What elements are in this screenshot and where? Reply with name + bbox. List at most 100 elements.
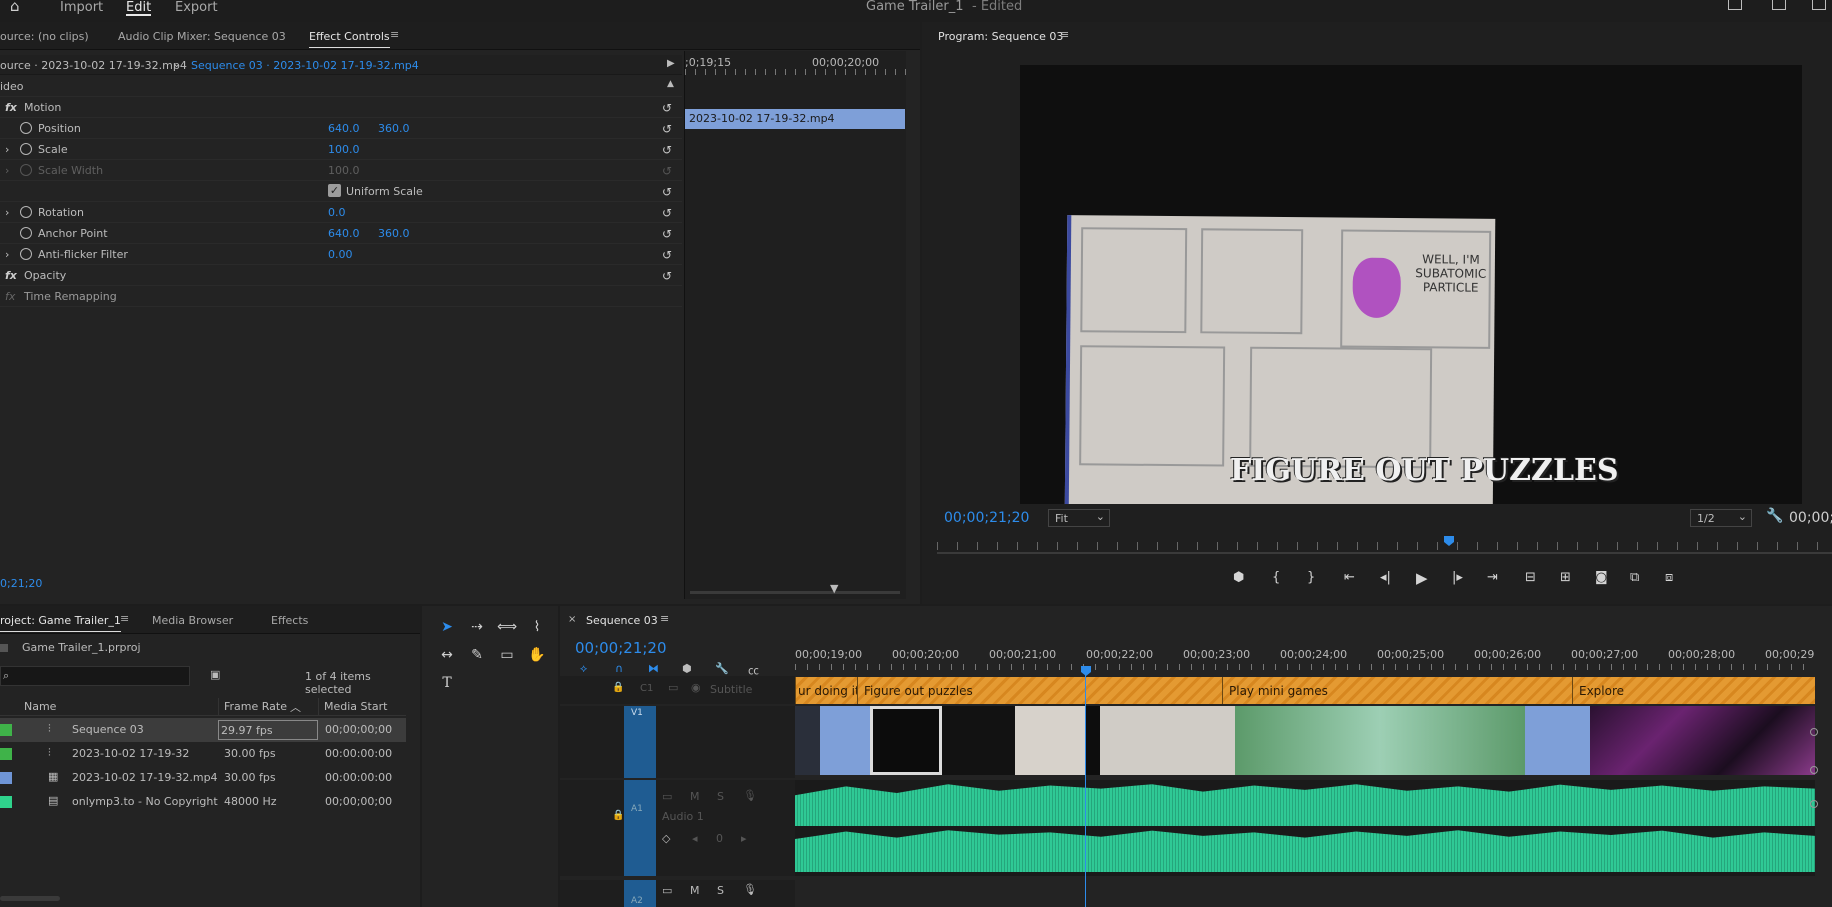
fullscreen-icon[interactable] bbox=[1812, 0, 1826, 10]
timeline-timecode[interactable]: 00;00;21;20 bbox=[575, 639, 667, 657]
import-tab[interactable]: Import bbox=[60, 0, 103, 15]
razor-tool-icon[interactable]: ⌇ bbox=[526, 616, 548, 638]
video-clip[interactable] bbox=[795, 706, 820, 775]
share-icon[interactable] bbox=[1772, 0, 1786, 10]
home-icon[interactable]: ⌂ bbox=[10, 0, 20, 15]
position-x-value[interactable]: 640.0 bbox=[328, 122, 360, 135]
panel-menu-icon[interactable]: ≡ bbox=[120, 612, 129, 625]
col-name[interactable]: Name bbox=[24, 700, 56, 713]
a2-source-patch[interactable]: A2 bbox=[624, 880, 656, 907]
hand-tool-icon[interactable]: ✋ bbox=[526, 644, 548, 666]
audio-waveform[interactable] bbox=[795, 830, 1815, 872]
col-frame-rate[interactable]: Frame Rate bbox=[224, 700, 287, 713]
chevron-right-icon[interactable]: › bbox=[5, 206, 9, 219]
stopwatch-icon[interactable] bbox=[20, 248, 32, 260]
pen-tool-icon[interactable]: ✎ bbox=[466, 644, 488, 666]
list-item[interactable]: ▤ onlymp3.to - No Copyright 48000 Hz 00;… bbox=[0, 790, 406, 814]
caption-marker[interactable]: Figure out puzzles bbox=[857, 677, 1222, 704]
settings-wrench-icon[interactable]: 🔧 bbox=[715, 662, 729, 675]
reset-icon[interactable]: ↺ bbox=[662, 248, 672, 262]
fx-icon[interactable]: fx bbox=[5, 269, 17, 282]
linked-selection-icon[interactable]: ⧓ bbox=[648, 662, 659, 675]
play-triangle-icon[interactable]: ▶ bbox=[667, 58, 675, 69]
mark-out-icon[interactable]: } bbox=[1307, 570, 1315, 585]
audio-waveform[interactable] bbox=[795, 784, 1815, 826]
caption-marker[interactable]: Play mini games bbox=[1222, 677, 1572, 704]
wrench-icon[interactable]: 🔧 bbox=[1766, 508, 1783, 524]
next-keyframe-icon[interactable]: ▸ bbox=[741, 832, 747, 845]
stopwatch-icon[interactable] bbox=[20, 227, 32, 239]
tab-audio-clip-mixer[interactable]: Audio Clip Mixer: Sequence 03 bbox=[118, 30, 286, 43]
search-input[interactable]: ⌕ bbox=[0, 666, 190, 686]
reset-icon[interactable]: ↺ bbox=[662, 269, 672, 283]
reset-icon[interactable]: ↺ bbox=[662, 206, 672, 220]
tab-source[interactable]: ource: (no clips) bbox=[0, 30, 89, 43]
comparison-view-icon[interactable]: ⧉ bbox=[1630, 570, 1639, 585]
caption-marker[interactable]: Explore bbox=[1572, 677, 1815, 704]
new-bin-icon[interactable]: ▣ bbox=[210, 668, 220, 681]
motion-row[interactable]: fx Motion ↺ bbox=[0, 97, 682, 118]
lift-icon[interactable]: ⊟ bbox=[1525, 570, 1536, 585]
video-clip[interactable] bbox=[1525, 706, 1590, 775]
tab-effect-controls[interactable]: Effect Controls bbox=[309, 30, 390, 48]
video-clip[interactable] bbox=[1590, 706, 1815, 775]
list-item[interactable]: ⫶ Sequence 03 29.97 fps 00;00;00;00 bbox=[0, 718, 406, 742]
button-editor-icon[interactable]: ⧈ bbox=[1665, 570, 1673, 585]
extract-icon[interactable]: ⊞ bbox=[1560, 570, 1571, 585]
snap-icon[interactable]: ∩ bbox=[615, 662, 623, 675]
chevron-down-icon[interactable]: ⌄ bbox=[172, 57, 181, 70]
vertical-scroll-handles[interactable] bbox=[1810, 706, 1818, 886]
prev-keyframe-icon[interactable]: ◂ bbox=[692, 832, 698, 845]
reset-icon[interactable]: ↺ bbox=[662, 185, 672, 199]
item-fps[interactable]: 29.97 fps bbox=[218, 720, 318, 740]
video-clip[interactable] bbox=[820, 706, 870, 775]
panel-menu-icon[interactable]: ≡ bbox=[390, 28, 399, 41]
scale-value[interactable]: 100.0 bbox=[328, 143, 360, 156]
anti-flicker-value[interactable]: 0.00 bbox=[328, 248, 353, 261]
uniform-scale-checkbox[interactable]: ✓ bbox=[328, 184, 341, 197]
tab-effects[interactable]: Effects bbox=[271, 614, 308, 627]
rotation-value[interactable]: 0.0 bbox=[328, 206, 346, 219]
chevron-right-icon[interactable]: › bbox=[5, 143, 9, 156]
program-timecode[interactable]: 00;00;21;20 bbox=[944, 510, 1029, 526]
chevron-right-icon[interactable]: › bbox=[5, 248, 9, 261]
ripple-edit-tool-icon[interactable]: ⟺ bbox=[496, 616, 518, 638]
mute-button[interactable]: M bbox=[690, 790, 700, 803]
reset-icon[interactable]: ↺ bbox=[662, 227, 672, 241]
play-icon[interactable]: ▶ bbox=[1416, 569, 1428, 587]
anchor-y-value[interactable]: 360.0 bbox=[378, 227, 410, 240]
opacity-row[interactable]: fx Opacity ↺ bbox=[0, 265, 682, 286]
fx-icon[interactable]: fx bbox=[5, 101, 17, 114]
program-viewer[interactable]: WELL, I'M SUBATOMIC PARTICLE FIGURE OUT … bbox=[1020, 65, 1802, 504]
panel-menu-icon[interactable]: ≡ bbox=[1060, 28, 1069, 41]
export-tab[interactable]: Export bbox=[175, 0, 218, 15]
sequence-clip-label[interactable]: Sequence 03 · 2023-10-02 17-19-32.mp4 bbox=[191, 59, 419, 72]
keyframe-icon[interactable]: ◇ bbox=[662, 832, 670, 845]
timeline-title[interactable]: Sequence 03 bbox=[586, 614, 658, 627]
video-clip[interactable] bbox=[1235, 706, 1525, 775]
reset-icon[interactable]: ↺ bbox=[662, 143, 672, 157]
stopwatch-icon[interactable] bbox=[20, 206, 32, 218]
ec-clip-bar[interactable]: 2023-10-02 17-19-32.mp4 bbox=[685, 109, 905, 129]
step-back-icon[interactable]: ◂| bbox=[1380, 570, 1391, 585]
selection-tool-icon[interactable]: ➤ bbox=[436, 616, 458, 638]
video-clip[interactable] bbox=[1100, 706, 1235, 775]
close-icon[interactable]: × bbox=[568, 614, 576, 625]
mute-button[interactable]: M bbox=[690, 884, 700, 897]
eye-icon[interactable]: ◉ bbox=[691, 681, 701, 694]
ec-scrollbar[interactable] bbox=[690, 591, 900, 594]
track-select-tool-icon[interactable]: ⇢ bbox=[466, 616, 488, 638]
video-clip[interactable] bbox=[1085, 706, 1100, 775]
toggle-sync-icon[interactable]: ▭ bbox=[662, 790, 672, 803]
add-marker-icon[interactable]: ⬢ bbox=[1233, 570, 1244, 585]
anchor-x-value[interactable]: 640.0 bbox=[328, 227, 360, 240]
microphone-icon[interactable]: 🎙 bbox=[743, 883, 757, 896]
stopwatch-icon[interactable] bbox=[20, 122, 32, 134]
toggle-track-icon[interactable]: ▭ bbox=[668, 681, 678, 694]
video-clip[interactable] bbox=[942, 706, 1015, 775]
list-item[interactable]: ▦ 2023-10-02 17-19-32.mp4 30.00 fps 00:0… bbox=[0, 766, 406, 790]
slip-tool-icon[interactable]: ↔ bbox=[436, 644, 458, 666]
step-forward-icon[interactable]: |▸ bbox=[1452, 570, 1463, 585]
tab-media-browser[interactable]: Media Browser bbox=[152, 614, 233, 627]
collapse-icon[interactable]: ▲ bbox=[667, 79, 674, 89]
